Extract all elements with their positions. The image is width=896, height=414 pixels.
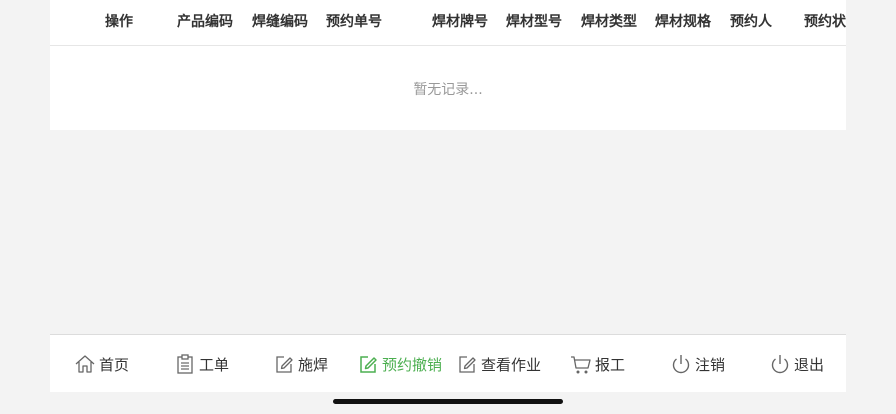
- tab-report-work[interactable]: 报工: [570, 335, 625, 392]
- tab-exit[interactable]: 退出: [769, 335, 824, 392]
- edit-icon: [276, 356, 293, 373]
- column-header-weld-code[interactable]: 焊缝编码: [252, 0, 308, 45]
- tab-report-work-label: 报工: [595, 355, 626, 374]
- column-header-operation[interactable]: 操作: [105, 0, 133, 45]
- cart-icon: [571, 356, 591, 374]
- home-indicator[interactable]: [333, 399, 563, 404]
- column-header-material-type[interactable]: 焊材类型: [581, 0, 637, 45]
- column-header-material-spec[interactable]: 焊材规格: [655, 0, 711, 45]
- tab-view-jobs[interactable]: 查看作业: [456, 335, 541, 392]
- table-body: 暂无记录...: [50, 46, 846, 130]
- app-screen: 操作 产品编码 焊缝编码 预约单号 焊材牌号 焊材型号 焊材类型 焊材规格 预约…: [50, 0, 846, 392]
- clipboard-icon: [177, 354, 193, 374]
- tab-welding[interactable]: 施焊: [273, 335, 328, 392]
- bottom-tabbar: 首页 工单 施焊 预约撤销 查看作业 报工 注销 退出: [50, 334, 846, 392]
- tab-work-order-label: 工单: [199, 355, 230, 374]
- column-header-status[interactable]: 预约状: [804, 0, 846, 45]
- column-header-material-model[interactable]: 焊材型号: [506, 0, 562, 45]
- tab-cancel-reservation[interactable]: 预约撤销: [357, 335, 442, 392]
- power-icon: [771, 355, 789, 374]
- tab-exit-label: 退出: [794, 355, 825, 374]
- tab-logout[interactable]: 注销: [670, 335, 725, 392]
- tab-logout-label: 注销: [695, 355, 726, 374]
- tab-welding-label: 施焊: [298, 355, 329, 374]
- column-header-reserver[interactable]: 预约人: [730, 0, 772, 45]
- edit-icon: [459, 356, 476, 373]
- tab-view-jobs-label: 查看作业: [481, 355, 542, 374]
- tab-home[interactable]: 首页: [74, 335, 129, 392]
- home-icon: [75, 355, 95, 373]
- tab-cancel-reservation-label: 预约撤销: [382, 355, 443, 374]
- column-header-product-code[interactable]: 产品编码: [177, 0, 233, 45]
- column-header-reservation-no[interactable]: 预约单号: [326, 0, 382, 45]
- tab-home-label: 首页: [99, 355, 130, 374]
- edit-icon: [360, 356, 377, 373]
- power-icon: [672, 355, 690, 374]
- tab-work-order[interactable]: 工单: [174, 335, 229, 392]
- column-header-material-brand[interactable]: 焊材牌号: [432, 0, 488, 45]
- empty-message: 暂无记录...: [413, 82, 483, 98]
- table-header: 操作 产品编码 焊缝编码 预约单号 焊材牌号 焊材型号 焊材类型 焊材规格 预约…: [50, 0, 846, 46]
